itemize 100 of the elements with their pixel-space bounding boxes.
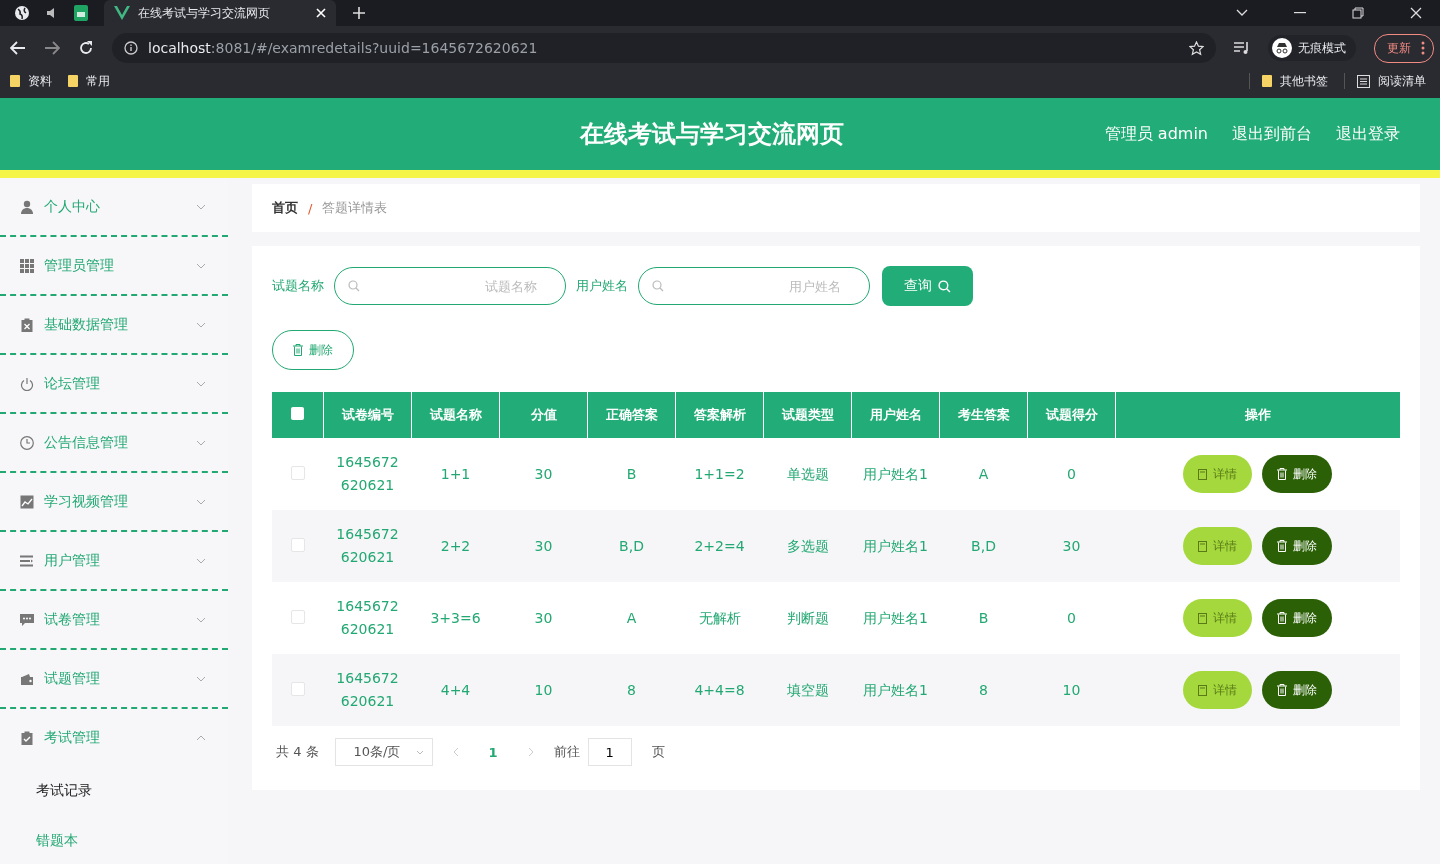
sidebar-menu-item[interactable]: 基础数据管理: [0, 296, 228, 353]
update-button[interactable]: 更新: [1374, 33, 1434, 63]
table-cell-text: 30: [534, 608, 553, 628]
sidebar-menu-item[interactable]: 管理员管理: [0, 237, 228, 294]
chevron-down-icon[interactable]: [1236, 9, 1248, 17]
table-cell-text: B: [626, 464, 637, 484]
address-bar[interactable]: localhost:8081/#/examredetails?uuid=1645672620621: [112, 33, 1216, 63]
sidebar-menu-item[interactable]: 个人中心: [0, 178, 228, 235]
column-header: 正确答案: [587, 392, 676, 438]
chevron-down-icon: [415, 749, 424, 755]
field-label: 试题名称: [272, 277, 324, 295]
forward-arrow-icon[interactable]: [44, 41, 60, 55]
chevron-down-icon: [196, 439, 206, 446]
new-tab-icon[interactable]: [352, 6, 366, 20]
trash-icon: [1277, 684, 1288, 696]
delete-button[interactable]: 删除: [272, 330, 354, 370]
page-suffix: 页: [651, 743, 665, 761]
restore-icon[interactable]: [1352, 7, 1364, 19]
detail-button[interactable]: 详情: [1183, 671, 1252, 709]
table-cell-text: 10: [534, 680, 553, 700]
column-header: 分值: [499, 392, 588, 438]
trash-icon: [1277, 468, 1288, 480]
star-icon[interactable]: [1189, 40, 1204, 56]
table-cell-text: 4+4: [440, 680, 471, 700]
table-cell-text: 1645672620621: [335, 453, 400, 495]
table-cell-text: 1+1: [440, 464, 471, 484]
site-title: 在线考试与学习交流网页: [580, 119, 845, 150]
column-header: 答案解析: [675, 392, 764, 438]
checkbox[interactable]: [291, 407, 304, 420]
column-header: 试卷编号: [323, 392, 412, 438]
table-cell-text: 0: [1067, 464, 1076, 484]
playlist-icon[interactable]: [1234, 41, 1250, 55]
trash-icon: [293, 344, 303, 356]
search-field[interactable]: 试题名称: [334, 267, 566, 305]
header-link[interactable]: 退出登录: [1336, 123, 1400, 145]
table-cell-text: 1+1=2: [694, 464, 745, 484]
header-link[interactable]: 退出到前台: [1232, 123, 1312, 145]
reading-list-button[interactable]: 阅读清单: [1357, 72, 1426, 90]
submenu-item[interactable]: 考试记录: [0, 766, 228, 816]
checkbox[interactable]: [290, 465, 305, 480]
reload-icon[interactable]: [78, 40, 94, 56]
minimize-icon[interactable]: [1294, 12, 1306, 14]
chevron-down-icon: [196, 557, 206, 564]
incognito-button[interactable]: 无痕模式: [1268, 35, 1356, 61]
bookmark-folder[interactable]: 其他书签: [1262, 72, 1328, 90]
table-cell-text: 判断题: [786, 608, 829, 628]
search-button[interactable]: 查询: [882, 266, 973, 306]
trash-icon: [1277, 540, 1288, 552]
table-cell-text: 多选题: [786, 536, 829, 556]
sheet-icon[interactable]: [74, 5, 88, 21]
table-cell-text: 用户姓名1: [863, 464, 928, 484]
column-header: 考生答案: [939, 392, 1028, 438]
checkbox[interactable]: [290, 609, 305, 624]
close-icon[interactable]: [1410, 7, 1422, 19]
sidebar-menu-item[interactable]: 用户管理: [0, 532, 228, 589]
table-cell-text: 30: [534, 464, 553, 484]
sidebar-menu-item[interactable]: 考试管理: [0, 709, 228, 766]
delete-button[interactable]: 删除: [1262, 599, 1333, 637]
page-input[interactable]: 1: [587, 738, 632, 766]
info-icon: [124, 41, 138, 55]
search-field[interactable]: 用户姓名: [638, 267, 870, 305]
table-cell-text: 8: [627, 680, 636, 700]
table-cell-text: 4+4=8: [694, 680, 745, 700]
goto-label: 前往: [553, 743, 580, 761]
table-cell-text: 填空题: [786, 680, 829, 700]
detail-button[interactable]: 详情: [1183, 527, 1252, 565]
bookmark-item[interactable]: 资料: [10, 72, 52, 90]
delete-button[interactable]: 删除: [1262, 527, 1333, 565]
back-arrow-icon[interactable]: [10, 41, 26, 55]
table-cell-text: 2+2: [440, 536, 471, 556]
column-header: 试题类型: [763, 392, 852, 438]
sidebar-menu-item[interactable]: 学习视频管理: [0, 473, 228, 530]
checkbox[interactable]: [290, 537, 305, 552]
browser-tab[interactable]: 在线考试与学习交流网页: [104, 0, 336, 26]
checkbox[interactable]: [290, 681, 305, 696]
column-header: 操作: [1115, 392, 1400, 438]
breadcrumb-link[interactable]: 首页: [272, 199, 298, 217]
page-number[interactable]: 1: [478, 744, 508, 760]
globe-icon[interactable]: [14, 5, 30, 21]
incognito-icon: [1272, 38, 1292, 58]
table-cell-text: 30: [1062, 536, 1081, 556]
sidebar-menu-item[interactable]: 试卷管理: [0, 591, 228, 648]
submenu-item[interactable]: 错题本: [0, 816, 228, 864]
sidebar-menu-item[interactable]: 试题管理: [0, 650, 228, 707]
field-label: 用户姓名: [576, 277, 628, 295]
sidebar-menu-item[interactable]: 公告信息管理: [0, 414, 228, 471]
table-cell-text: 用户姓名1: [863, 680, 928, 700]
detail-button[interactable]: 详情: [1183, 455, 1252, 493]
sidebar-menu-item[interactable]: 论坛管理: [0, 355, 228, 412]
bookmark-item[interactable]: 常用: [68, 72, 110, 90]
grid-icon: [20, 258, 34, 273]
delete-button[interactable]: 删除: [1262, 455, 1333, 493]
user-icon: [20, 199, 34, 214]
page-size-select[interactable]: 10条/页: [334, 738, 433, 766]
header-link[interactable]: 管理员 admin: [1104, 123, 1208, 145]
table-cell-text: 无解析: [698, 608, 741, 628]
table-cell-text: A: [626, 608, 637, 628]
document-icon: [1198, 612, 1207, 624]
detail-button[interactable]: 详情: [1183, 599, 1252, 637]
delete-button[interactable]: 删除: [1262, 671, 1333, 709]
